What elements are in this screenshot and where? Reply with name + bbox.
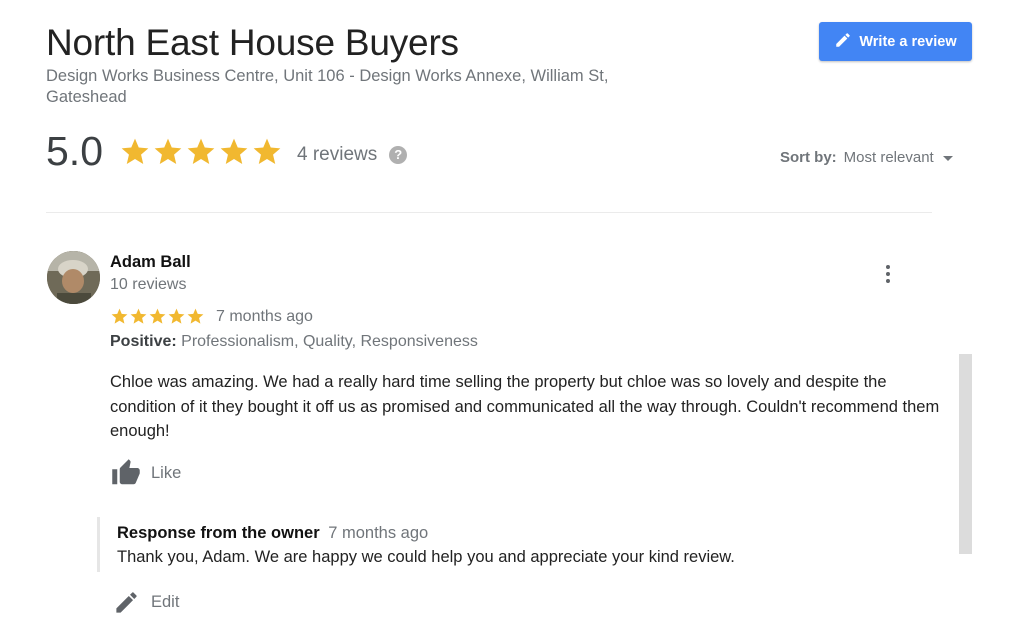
write-review-label: Write a review — [859, 33, 957, 50]
star-icon — [168, 308, 185, 324]
star-icon — [111, 308, 128, 324]
divider — [46, 212, 932, 213]
reviewer-review-count: 10 reviews — [110, 276, 187, 293]
like-button[interactable]: Like — [110, 458, 181, 488]
owner-response-label: Response from the owner — [117, 524, 320, 542]
avatar[interactable] — [47, 251, 100, 304]
like-label: Like — [151, 463, 182, 482]
edit-label: Edit — [151, 593, 180, 611]
star-icon — [149, 308, 166, 324]
reviewer-name[interactable]: Adam Ball — [110, 253, 191, 272]
star-icon — [187, 138, 215, 164]
positive-attributes: Positive: Professionalism, Quality, Resp… — [110, 333, 478, 351]
pencil-icon — [834, 31, 852, 53]
owner-response-time: 7 months ago — [328, 524, 429, 542]
review-time: 7 months ago — [216, 307, 313, 325]
sort-dropdown[interactable]: Sort by: Most relevant — [780, 149, 953, 166]
review-meta: 7 months ago — [110, 307, 313, 326]
owner-response-text: Thank you, Adam. We are happy we could h… — [117, 548, 735, 566]
chevron-down-icon — [942, 156, 953, 161]
rating-stars — [119, 136, 283, 168]
positive-label: Positive: — [110, 333, 177, 350]
star-icon — [220, 138, 248, 164]
edit-button[interactable]: Edit — [113, 589, 179, 616]
sort-label: Sort by: — [780, 149, 837, 166]
review-stars — [110, 307, 205, 326]
star-icon — [130, 308, 147, 324]
sort-value: Most relevant — [843, 149, 934, 166]
star-icon — [154, 138, 182, 164]
avatar-image — [47, 251, 100, 304]
star-icon — [121, 138, 149, 164]
reviews-count: 4 reviews — [297, 143, 378, 165]
write-review-button[interactable]: Write a review — [819, 22, 972, 61]
review-text: Chloe was amazing. We had a really hard … — [110, 373, 940, 440]
star-icon — [187, 308, 204, 324]
help-icon[interactable]: ? — [389, 145, 408, 164]
pencil-icon — [116, 592, 137, 613]
more-options-icon[interactable] — [880, 261, 896, 287]
scrollbar[interactable] — [959, 354, 972, 554]
star-icon — [253, 138, 281, 164]
business-address: Design Works Business Centre, Unit 106 -… — [46, 67, 609, 106]
thumbs-up-icon — [112, 459, 140, 485]
rating-summary: 5.0 4 reviews ? — [46, 128, 408, 175]
business-name: North East House Buyers — [46, 22, 459, 63]
owner-response: Response from the owner 7 months ago Tha… — [97, 517, 917, 572]
positive-values: Professionalism, Quality, Responsiveness — [181, 333, 478, 350]
average-rating: 5.0 — [46, 128, 103, 174]
